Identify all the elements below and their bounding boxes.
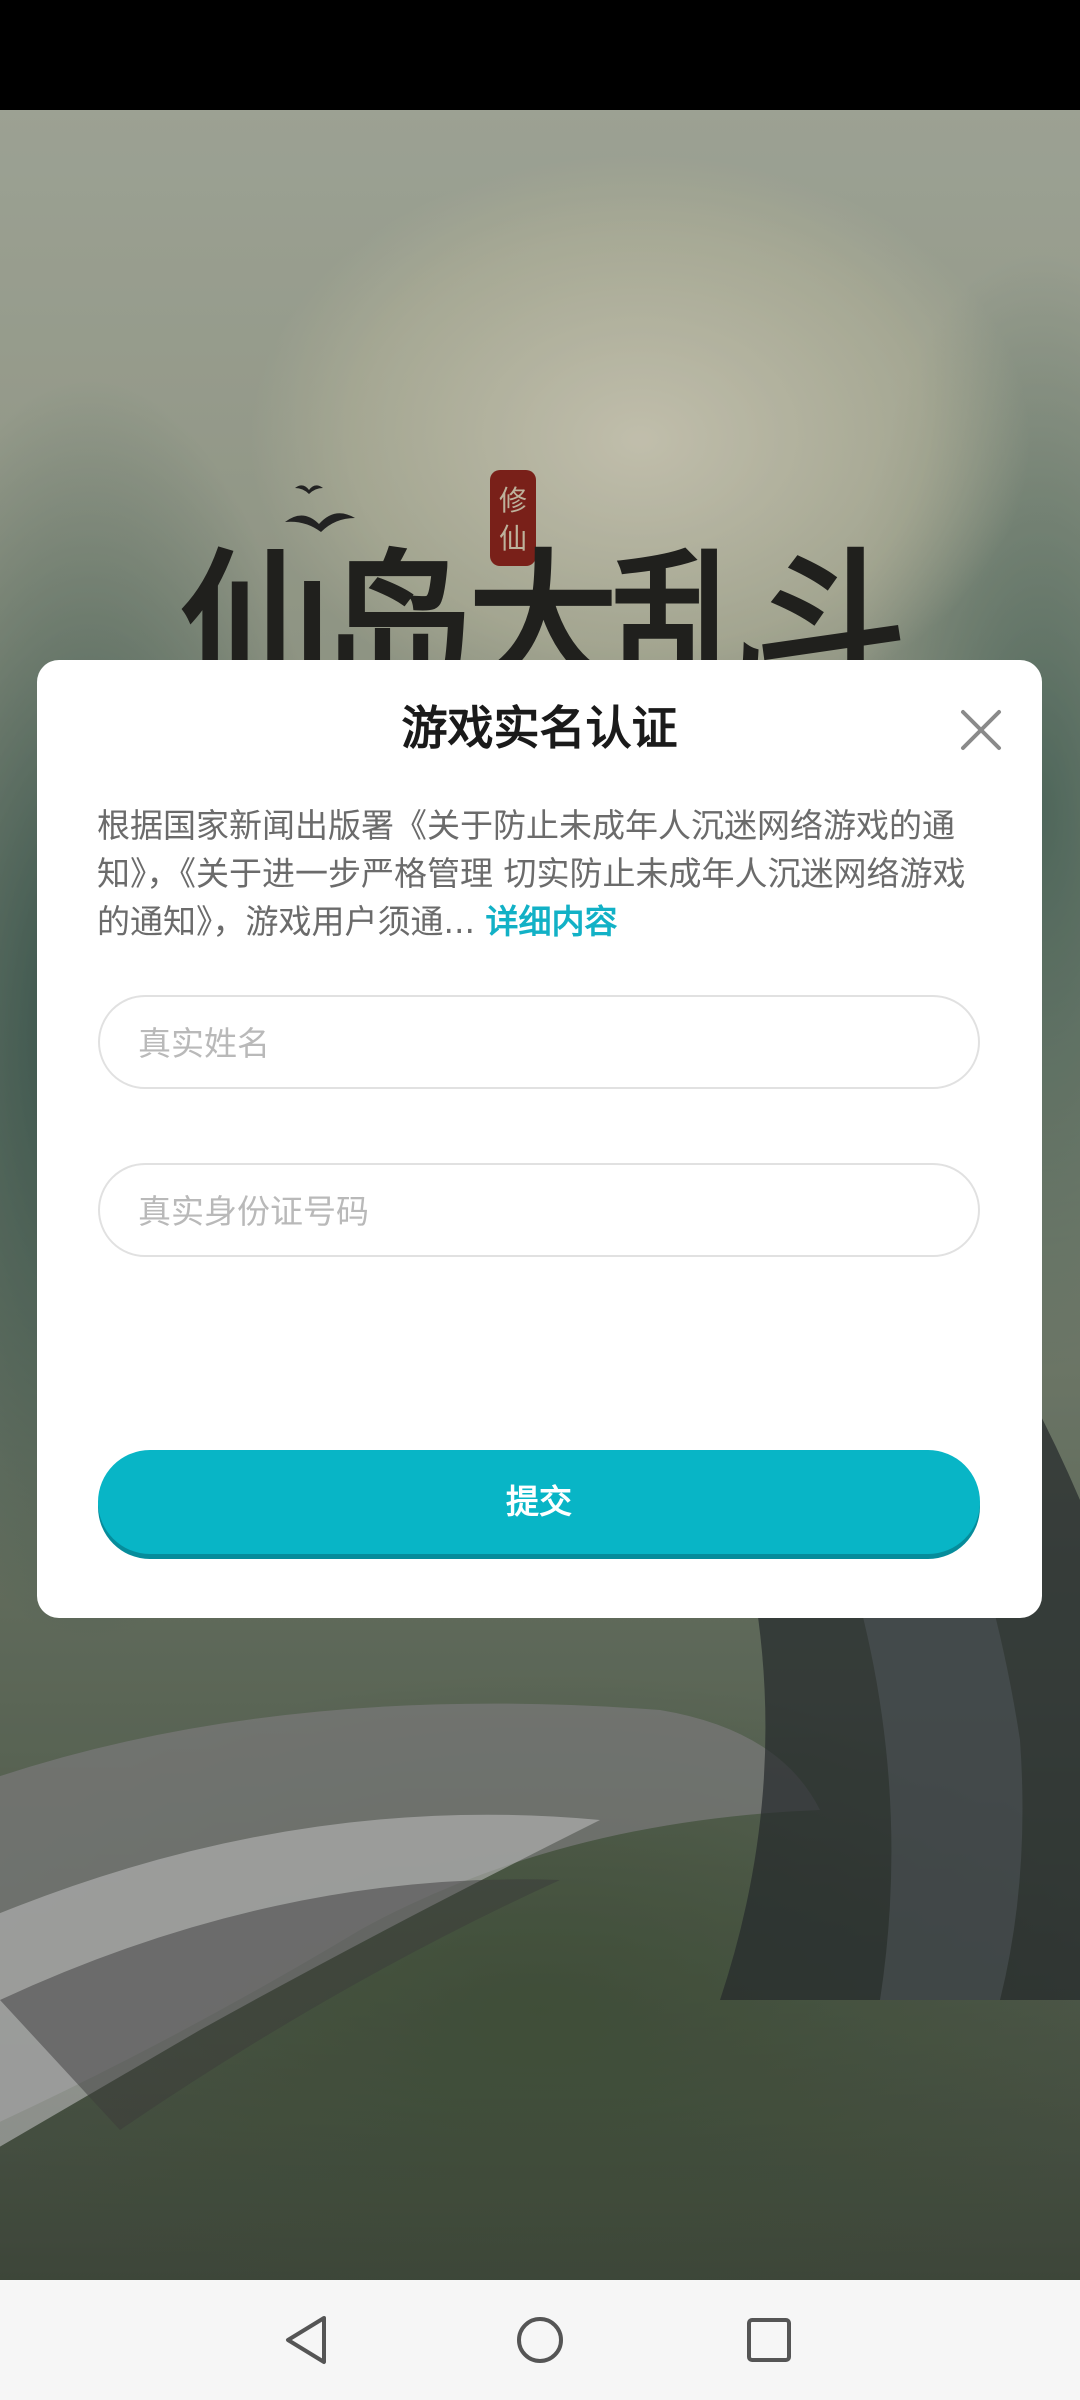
screen: 修 仙 仙岛大乱斗 游戏实名认证 根据国家新闻出版署《关于防止未成年人沉迷网络游… [0,0,1080,2400]
square-recents-icon[interactable] [733,2304,805,2376]
real-name-input[interactable] [136,997,940,1089]
submit-button[interactable]: 提交 [98,1450,980,1554]
notice-text: 根据国家新闻出版署《关于防止未成年人沉迷网络游戏的通知》，《关于进一步严格管理 … [97,802,987,946]
real-name-dialog: 游戏实名认证 根据国家新闻出版署《关于防止未成年人沉迷网络游戏的通知》，《关于进… [37,660,1042,1618]
close-icon[interactable] [955,704,1007,756]
id-number-field[interactable] [98,1163,980,1257]
triangle-back-icon[interactable] [272,2304,344,2376]
status-bar [0,0,1080,110]
circle-home-icon[interactable] [504,2304,576,2376]
id-number-input[interactable] [136,1165,940,1257]
details-link[interactable]: 详细内容 [485,902,617,941]
real-name-field[interactable] [98,995,980,1089]
system-nav-bar [0,2280,1080,2400]
dialog-title: 游戏实名认证 [401,701,678,755]
